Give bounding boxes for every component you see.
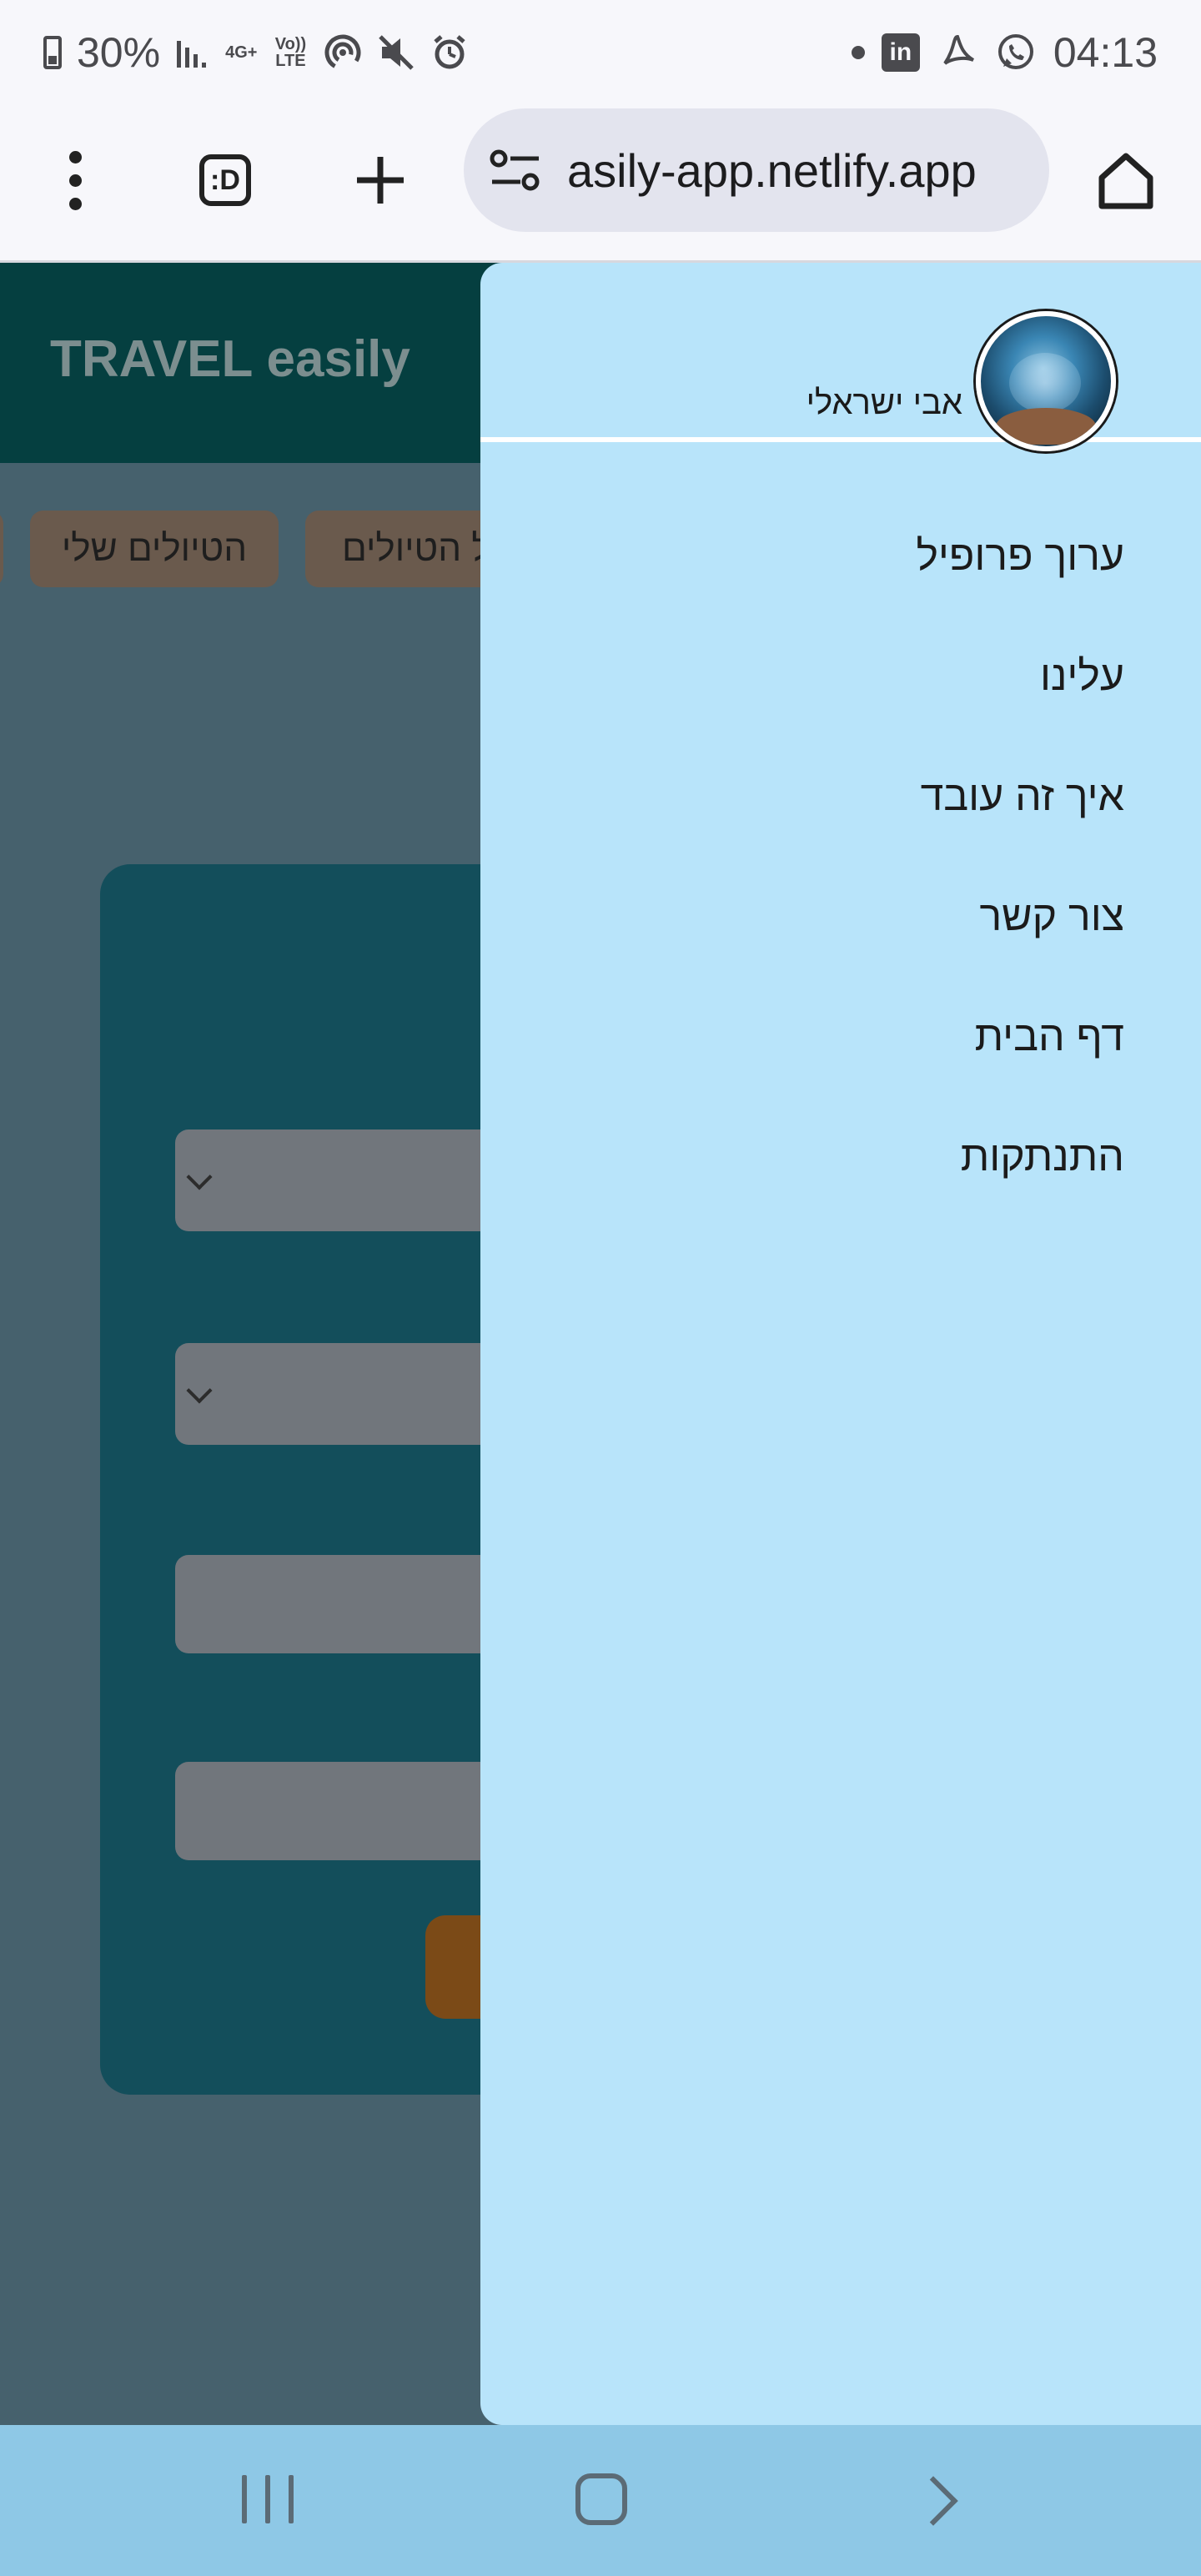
clock: 04:13: [1053, 29, 1158, 76]
mute-icon: [379, 35, 415, 70]
alarm-icon: [434, 35, 466, 69]
menu-item-logout[interactable]: התנתקות: [961, 1132, 1124, 1180]
kebab-menu-icon: [68, 150, 82, 210]
menu-item-home[interactable]: דף הבית: [975, 1012, 1124, 1060]
tab-switcher-icon: :D: [199, 154, 251, 206]
menu-item-edit-profile[interactable]: ערוך פרופיל: [916, 531, 1124, 580]
recents-button[interactable]: [242, 2475, 294, 2523]
url-text: asily-app.netlify.app: [567, 143, 977, 197]
system-nav-bar: [0, 2425, 1201, 2576]
chip-partial[interactable]: [0, 511, 3, 587]
status-bar: 30% 4G+ Vo)) LTE in 04:13: [0, 0, 1201, 105]
signal-icon: [177, 41, 207, 68]
site-settings-icon[interactable]: [489, 147, 542, 194]
chip-my-trips[interactable]: הטיולים שלי: [30, 511, 279, 587]
tab-switcher-button[interactable]: :D: [183, 138, 267, 222]
menu-item-about[interactable]: עלינו: [1040, 652, 1124, 700]
chevron-down-icon: [186, 1164, 213, 1190]
hotspot-icon: [324, 34, 361, 71]
home-icon: [1098, 153, 1153, 209]
side-drawer: אבי ישראלי ערוך פרופיל עלינו איך זה עובד…: [480, 263, 1201, 2425]
home-button[interactable]: [1084, 138, 1168, 222]
linkedin-icon: in: [881, 33, 920, 72]
menu-item-how-it-works[interactable]: איך זה עובד: [921, 772, 1124, 820]
whatsapp-icon: [997, 34, 1033, 69]
plus-icon: [357, 157, 404, 204]
user-name: אבי ישראלי: [806, 385, 962, 421]
avatar[interactable]: [976, 311, 1116, 451]
menu-item-contact[interactable]: צור קשר: [979, 892, 1124, 940]
home-nav-button[interactable]: [575, 2473, 627, 2525]
notification-dot-icon: [851, 46, 865, 59]
chip-all-trips[interactable]: ל הטיולים: [305, 511, 505, 587]
acrobat-icon: [943, 34, 974, 65]
drawer-header: אבי ישראלי: [480, 263, 1201, 451]
address-bar[interactable]: asily-app.netlify.app: [464, 108, 1049, 232]
battery-percent: 30%: [77, 29, 161, 76]
back-button[interactable]: [908, 2476, 958, 2526]
volte-label: Vo)) LTE: [274, 35, 307, 70]
new-tab-button[interactable]: [339, 138, 422, 222]
battery-icon: [43, 36, 62, 69]
network-4g-label: 4G+: [225, 43, 258, 62]
browser-menu-button[interactable]: [33, 138, 117, 222]
app-title: TRAVEL easily: [50, 330, 410, 388]
chevron-down-icon: [186, 1377, 213, 1404]
